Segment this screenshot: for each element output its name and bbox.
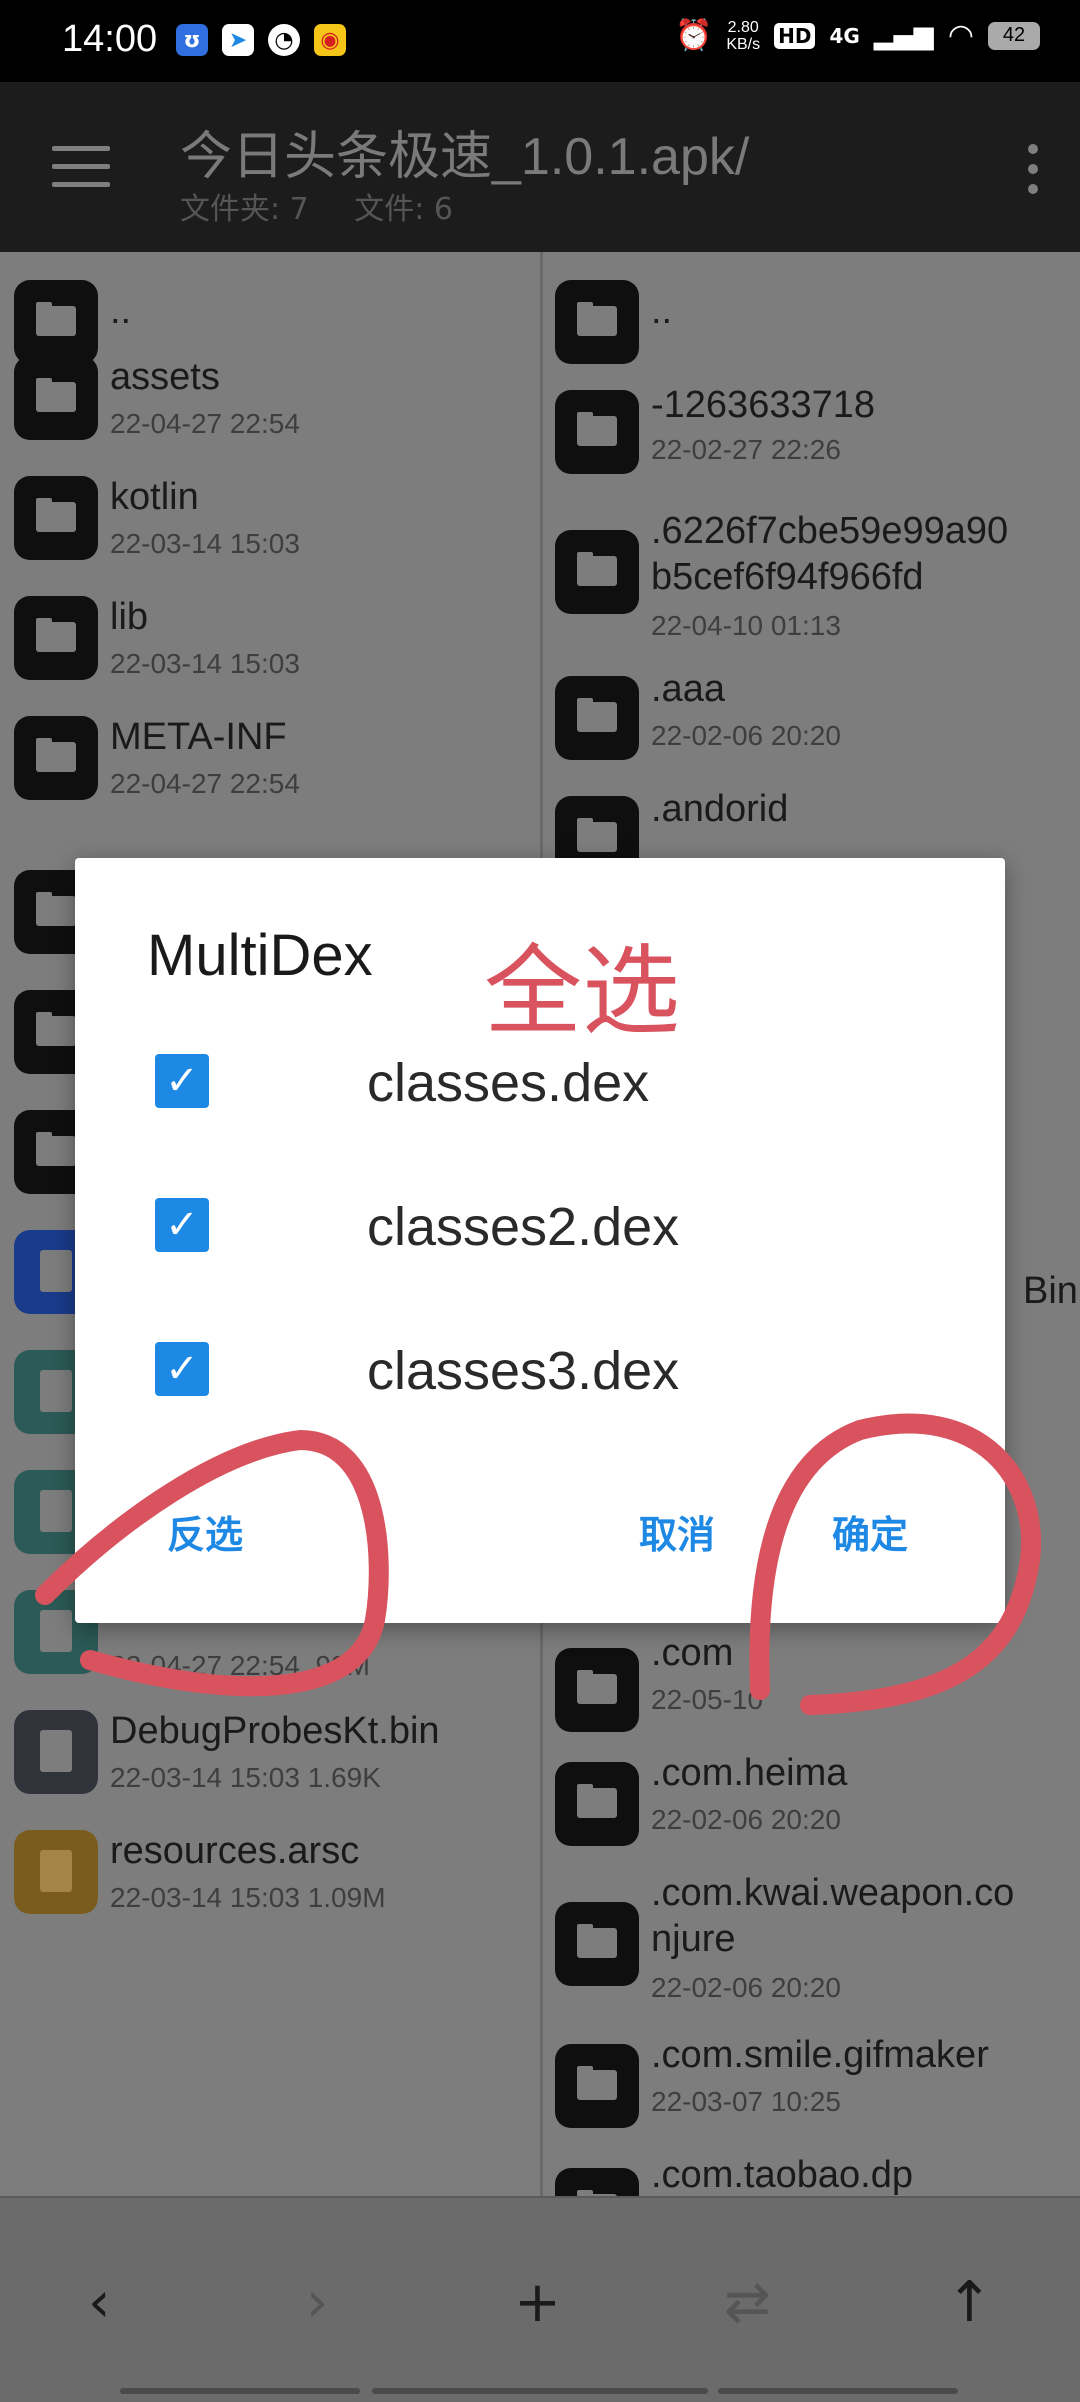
annotation-label: 全选 bbox=[484, 935, 681, 1049]
alarm-icon: ⏰ bbox=[674, 18, 713, 53]
item-date: 22-04-27 22:54 bbox=[110, 408, 300, 439]
folder-icon bbox=[555, 1648, 639, 1732]
ok-button[interactable]: 确定 bbox=[832, 1504, 908, 1559]
app-notification-icon: ʊ bbox=[176, 24, 208, 56]
folder-icon bbox=[14, 596, 98, 680]
checkbox-checked-icon[interactable]: ✓ bbox=[155, 1198, 209, 1252]
file-count: 文件: 6 bbox=[354, 192, 454, 227]
cancel-button[interactable]: 取消 bbox=[639, 1504, 715, 1559]
item-name: .com.smile.gifmaker bbox=[651, 2034, 989, 2076]
up-icon[interactable]: ↑ bbox=[946, 2270, 993, 2335]
back-icon[interactable]: ‹ bbox=[88, 2270, 110, 2335]
item-date: 22-04-10 01:13 bbox=[651, 610, 841, 641]
item-date: 22-03-14 15:03 bbox=[110, 528, 300, 559]
item-name-cont: njure bbox=[651, 1918, 736, 1960]
status-time: 14:00 bbox=[62, 18, 158, 60]
checkbox-checked-icon[interactable]: ✓ bbox=[155, 1342, 209, 1396]
folder-icon bbox=[14, 476, 98, 560]
item-name: .com.taobao.dp bbox=[651, 2154, 913, 2196]
item-date: 22-02-06 20:20 bbox=[651, 1972, 841, 2003]
more-vert-icon[interactable] bbox=[1028, 144, 1042, 204]
option-label[interactable]: classes3.dex bbox=[367, 1340, 679, 1402]
gesture-bar bbox=[120, 2388, 360, 2394]
bottom-nav: ‹ › + ⇄ ↑ bbox=[0, 2196, 1080, 2402]
speed-value: 2.80 bbox=[727, 18, 759, 36]
folder-icon bbox=[555, 530, 639, 614]
folder-icon bbox=[555, 280, 639, 364]
network-speed: 2.80 KB/s bbox=[726, 19, 760, 53]
gauge-icon: ◔ bbox=[268, 24, 300, 56]
swap-icon[interactable]: ⇄ bbox=[724, 2270, 771, 2335]
item-date: 22-02-06 20:20 bbox=[651, 1804, 841, 1835]
item-date: 22-04-27 22:54 bbox=[110, 768, 300, 799]
signal-icon: ▂▄▆ bbox=[873, 20, 934, 51]
folder-icon bbox=[555, 2044, 639, 2128]
option-label[interactable]: classes.dex bbox=[367, 1052, 649, 1114]
item-name: .com.kwai.weapon.co bbox=[651, 1872, 1015, 1914]
item-date: 22-02-06 20:20 bbox=[651, 720, 841, 751]
item-name: resources.arsc bbox=[110, 1830, 360, 1872]
forward-icon[interactable]: › bbox=[306, 2270, 328, 2335]
item-date: 22-03-07 10:25 bbox=[651, 2086, 841, 2117]
add-icon[interactable]: + bbox=[514, 2270, 561, 2335]
option-label[interactable]: classes2.dex bbox=[367, 1196, 679, 1258]
item-name: .6226f7cbe59e99a90 bbox=[651, 510, 1009, 552]
menu-icon[interactable] bbox=[52, 146, 110, 190]
dialog-title: MultiDex bbox=[147, 923, 373, 988]
gesture-bar bbox=[372, 2388, 708, 2394]
item-name: -1263633718 bbox=[651, 384, 875, 426]
battery-icon: 42 bbox=[988, 21, 1040, 50]
item-date: 22-04-27 22:54 .92M bbox=[110, 1650, 370, 1681]
item-name: .com bbox=[651, 1632, 734, 1674]
item-name: .. bbox=[651, 290, 673, 332]
app-toolbar: 今日头条极速_1.0.1.apk/ 文件夹: 7 文件: 6 bbox=[0, 82, 1080, 252]
gesture-bar bbox=[718, 2388, 958, 2394]
item-name: .andorid bbox=[651, 788, 789, 830]
network-type: 4G bbox=[829, 23, 860, 48]
item-name: kotlin bbox=[110, 476, 199, 518]
item-name: META-INF bbox=[110, 716, 287, 758]
item-date: 22-03-14 15:03 bbox=[110, 648, 300, 679]
folder-icon bbox=[14, 280, 98, 364]
folder-count: 文件夹: 7 bbox=[180, 192, 309, 227]
path-title: 今日头条极速_1.0.1.apk/ bbox=[180, 128, 750, 186]
item-date: 22-05-10 bbox=[651, 1684, 764, 1715]
item-date: 22-02-27 22:26 bbox=[651, 434, 841, 465]
folder-icon bbox=[14, 356, 98, 440]
status-bar: 14:00 ʊ ➤ ◔ ◉ ⏰ 2.80 KB/s HD 4G ▂▄▆ ◠ 42 bbox=[0, 0, 1080, 82]
speed-unit: KB/s bbox=[726, 35, 761, 53]
folder-icon bbox=[555, 676, 639, 760]
wifi-icon: ◠ bbox=[947, 18, 974, 53]
folder-icon bbox=[555, 1762, 639, 1846]
status-right: ⏰ 2.80 KB/s HD 4G ▂▄▆ ◠ 42 bbox=[675, 18, 1040, 53]
item-name: assets bbox=[110, 356, 220, 398]
item-name-cont: b5cef6f94f966fd bbox=[651, 556, 924, 598]
invert-selection-button[interactable]: 反选 bbox=[167, 1504, 243, 1559]
item-name: .com.heima bbox=[651, 1752, 848, 1794]
send-icon: ➤ bbox=[222, 24, 254, 56]
path-summary: 文件夹: 7 文件: 6 bbox=[180, 184, 489, 228]
item-name: .aaa bbox=[651, 668, 725, 710]
layers-icon bbox=[14, 1830, 98, 1914]
notification-icons: ʊ ➤ ◔ ◉ bbox=[176, 24, 346, 56]
checkbox-checked-icon[interactable]: ✓ bbox=[155, 1054, 209, 1108]
file-icon bbox=[14, 1710, 98, 1794]
weibo-icon: ◉ bbox=[314, 24, 346, 56]
item-name: lib bbox=[110, 596, 149, 638]
item-name: DebugProbesKt.bin bbox=[110, 1710, 440, 1752]
folder-icon bbox=[555, 2168, 639, 2196]
item-name-partial: Bin bbox=[1023, 1270, 1078, 1312]
item-date: 22-03-14 15:03 1.69K bbox=[110, 1762, 381, 1793]
hd-badge: HD bbox=[774, 22, 816, 49]
folder-icon bbox=[555, 390, 639, 474]
folder-icon bbox=[555, 1902, 639, 1986]
folder-icon bbox=[14, 716, 98, 800]
item-name: .. bbox=[110, 290, 132, 332]
item-date: 22-03-14 15:03 1.09M bbox=[110, 1882, 386, 1913]
